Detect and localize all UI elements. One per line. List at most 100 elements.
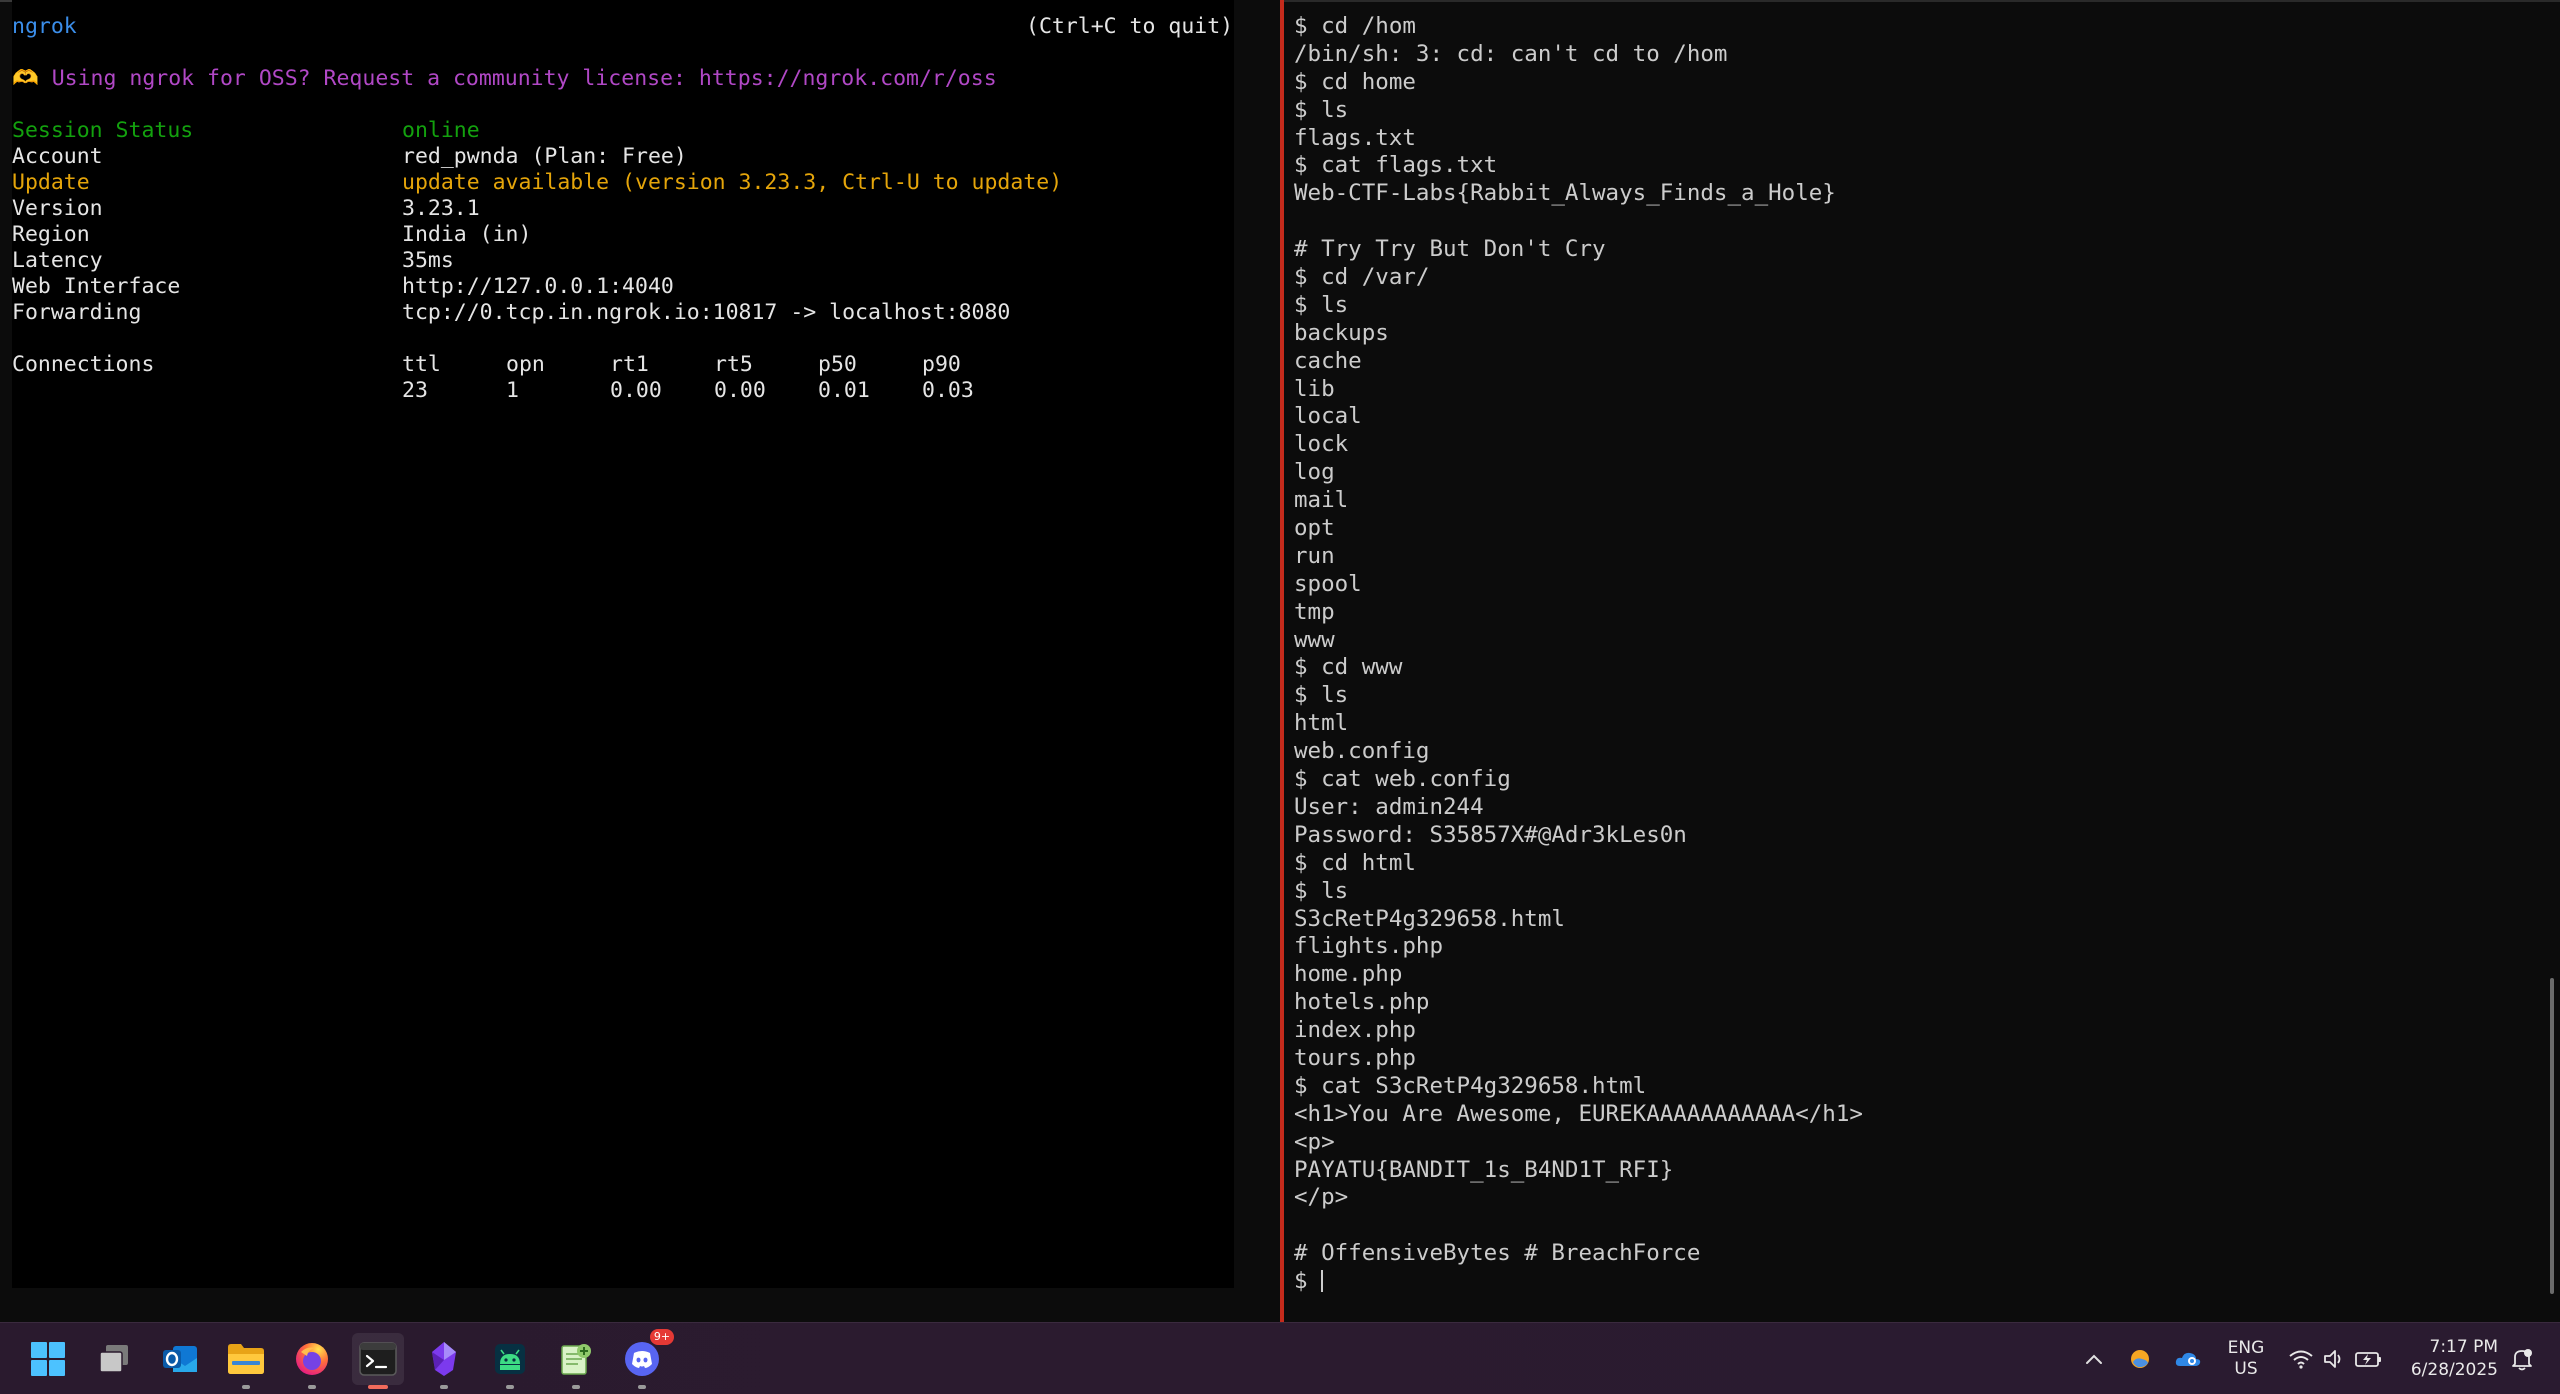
notepad-icon xyxy=(561,1344,591,1375)
clock-date: 6/28/2025 xyxy=(2410,1360,2498,1380)
firefox-icon xyxy=(296,1343,328,1375)
task-view-button[interactable] xyxy=(88,1333,140,1385)
notifications-button[interactable] xyxy=(2504,1323,2540,1394)
clock-button[interactable]: 7:17 PM 6/28/2025 xyxy=(2396,1323,2498,1394)
metric-header-p90: p90 xyxy=(922,352,961,377)
show-hidden-icons-button[interactable] xyxy=(2076,1323,2112,1394)
shell-line: $ cd html xyxy=(1294,849,1416,876)
terminal-active-indicator xyxy=(368,1385,388,1389)
folder-icon xyxy=(228,1344,264,1374)
shell-line: <p> xyxy=(1294,1128,1335,1155)
wifi-icon xyxy=(2289,1350,2313,1369)
shell-prompt-line[interactable]: $ xyxy=(1294,1268,2524,1296)
discord-icon xyxy=(625,1342,659,1376)
account-key: Account xyxy=(12,144,103,169)
shell-line: </p> xyxy=(1294,1184,1349,1211)
onedrive-cloud-icon xyxy=(2175,1352,2201,1366)
tray-app-icon-2[interactable] xyxy=(2170,1323,2206,1394)
session-status-value: online xyxy=(402,118,480,143)
shell-line: Web-CTF-Labs{Rabbit_Always_Finds_a_Hole} xyxy=(1294,180,1836,207)
forwarding-key: Forwarding xyxy=(12,300,142,325)
shell-line: $ cd /var/ xyxy=(1294,264,1430,291)
shell-terminal-pane[interactable]: $ cd /hom/bin/sh: 3: cd: can't cd to /ho… xyxy=(1284,0,2560,1322)
tray-weather-icon xyxy=(2131,1350,2149,1368)
windows-logo-icon xyxy=(31,1342,65,1376)
pane-tab-indicator-right xyxy=(1284,0,2560,2)
outlook-button[interactable] xyxy=(154,1333,206,1385)
chevron-up-icon xyxy=(2086,1354,2102,1364)
language-code: ENG xyxy=(2227,1338,2265,1358)
language-region: US xyxy=(2234,1359,2258,1379)
shell-line: index.php xyxy=(1294,1017,1416,1044)
metric-value-ttl: 23 xyxy=(402,378,428,403)
shell-line: $ ls xyxy=(1294,96,1349,123)
shell-line: $ cd home xyxy=(1294,68,1416,95)
shell-output[interactable]: $ cd /hom/bin/sh: 3: cd: can't cd to /ho… xyxy=(1294,13,2524,1296)
discord-button[interactable]: 9+ xyxy=(616,1329,674,1389)
shell-line: mail xyxy=(1294,487,1349,514)
obsidian-button[interactable] xyxy=(418,1333,470,1389)
volume-icon xyxy=(2324,1350,2341,1368)
notepad-plus-button[interactable] xyxy=(550,1333,602,1389)
metric-header-rt1: rt1 xyxy=(610,352,649,377)
shell-line: $ ls xyxy=(1294,291,1349,318)
ngrok-console[interactable]: ngrok (Ctrl+C to quit) 🫶 Using ngrok for… xyxy=(12,0,1234,1288)
firefox-button[interactable] xyxy=(286,1333,338,1389)
android-studio-running-indicator xyxy=(506,1385,514,1389)
version-key: Version xyxy=(12,196,103,221)
desktop-screen: ngrok (Ctrl+C to quit) 🫶 Using ngrok for… xyxy=(0,0,2560,1394)
region-key: Region xyxy=(12,222,90,247)
clock-time: 7:17 PM xyxy=(2429,1337,2499,1357)
shell-line: PAYATU{BANDIT_1s_B4ND1T_RFI} xyxy=(1294,1156,1674,1183)
shell-line: hotels.php xyxy=(1294,989,1430,1016)
metric-value-opn: 1 xyxy=(506,378,519,403)
version-value: 3.23.1 xyxy=(402,196,480,221)
shell-line: web.config xyxy=(1294,738,1430,765)
scrollbar-thumb[interactable] xyxy=(2550,978,2554,1294)
shell-line: log xyxy=(1294,459,1335,486)
outlook-icon xyxy=(163,1346,197,1372)
shell-line: flights.php xyxy=(1294,933,1444,960)
web-interface-key: Web Interface xyxy=(12,274,181,299)
shell-line: $ cd www xyxy=(1294,654,1403,681)
task-view-icon xyxy=(99,1345,128,1373)
shell-line: $ ls xyxy=(1294,682,1349,709)
shell-line: cache xyxy=(1294,347,1362,374)
tray-app-icon-1[interactable] xyxy=(2122,1323,2158,1394)
ngrok-terminal-pane[interactable]: ngrok (Ctrl+C to quit) 🫶 Using ngrok for… xyxy=(0,0,1280,1322)
firefox-running-indicator xyxy=(308,1385,316,1389)
metric-value-p50: 0.01 xyxy=(818,378,870,403)
metric-header-p50: p50 xyxy=(818,352,857,377)
shell-line: home.php xyxy=(1294,961,1403,988)
shell-line: html xyxy=(1294,710,1349,737)
shell-line: <h1>You Are Awesome, EUREKAAAAAAAAAAA</h… xyxy=(1294,1100,1863,1127)
android-studio-button[interactable] xyxy=(484,1333,536,1389)
file-explorer-button[interactable] xyxy=(220,1333,272,1389)
connections-label: Connections xyxy=(12,352,155,377)
metric-value-rt5: 0.00 xyxy=(714,378,766,403)
connections-value-row: 23 1 0.00 0.00 0.01 0.03 xyxy=(402,378,1102,404)
shell-prompt: $ xyxy=(1294,1268,1322,1295)
shell-line: $ cat web.config xyxy=(1294,766,1511,793)
quick-settings-button[interactable] xyxy=(2286,1323,2386,1394)
discord-notification-badge: 9+ xyxy=(650,1329,674,1345)
shell-line: lock xyxy=(1294,431,1349,458)
shell-line: spool xyxy=(1294,570,1362,597)
start-button[interactable] xyxy=(22,1333,74,1385)
oss-notice: 🫶 Using ngrok for OSS? Request a communi… xyxy=(12,66,997,91)
update-key: Update xyxy=(12,170,90,195)
shell-line: # Try Try But Don't Cry xyxy=(1294,236,1606,263)
battery-charging-icon xyxy=(2355,1352,2381,1367)
shell-line: local xyxy=(1294,403,1362,430)
shell-line: www xyxy=(1294,626,1335,653)
shell-line: opt xyxy=(1294,515,1335,542)
shell-line: Password: S35857X#@Adr3kLes0n xyxy=(1294,821,1687,848)
android-icon xyxy=(495,1344,525,1374)
shell-line: S3cRetP4g329658.html xyxy=(1294,905,1565,932)
shell-line: $ cd /hom xyxy=(1294,13,1416,39)
language-indicator[interactable]: ENG US xyxy=(2218,1323,2274,1394)
update-value: update available (version 3.23.3, Ctrl-U… xyxy=(402,170,1063,195)
terminal-button[interactable] xyxy=(352,1333,404,1389)
notepad-plus-running-indicator xyxy=(572,1385,580,1389)
